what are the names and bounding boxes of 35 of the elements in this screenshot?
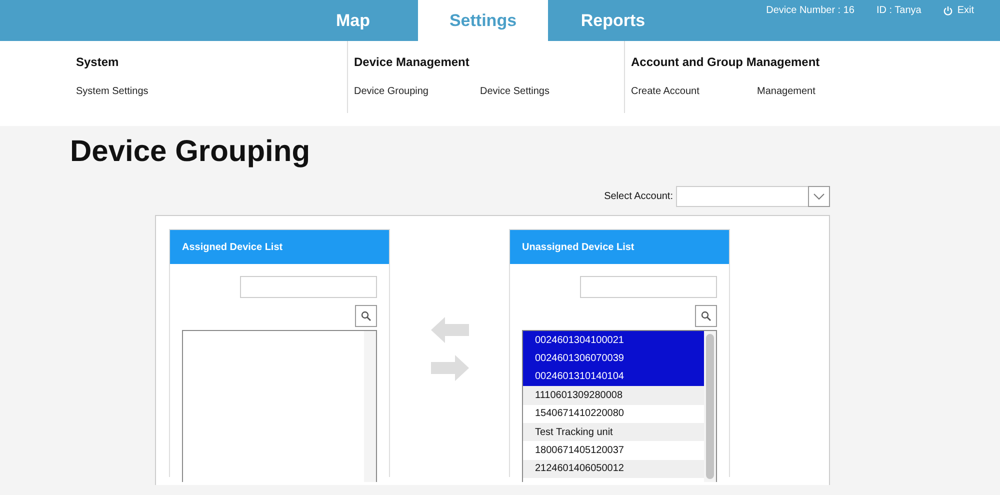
device-list-item[interactable]: 2124601406050012 [523,460,704,478]
device-list-item[interactable]: 0024601310140104 [523,368,704,386]
search-field[interactable] [240,276,377,298]
search-button[interactable] [355,305,377,327]
user-id: ID : Tanya [876,4,922,18]
device-list-item[interactable]: 1540671410220080 [523,404,704,423]
menu-heading: System [76,54,120,71]
page-title: Device Grouping [70,134,312,170]
select-account-label: Select Account: [604,190,673,204]
account-dropdown[interactable] [676,186,830,207]
search-field[interactable] [580,276,717,298]
menu-link[interactable]: Device Grouping [354,84,480,99]
device-list-item[interactable]: Test Tracking unit [523,422,704,442]
device-list-item[interactable]: 1800671405120037 [523,441,704,460]
panel-header: Unassigned Device List [510,230,729,264]
chevron-down-icon [813,193,825,200]
menu-heading: Device Management [354,54,470,71]
scrollbar-thumb[interactable] [706,334,714,479]
menu-link[interactable]: Create Account [631,84,757,99]
right-arrow-icon[interactable] [430,355,468,381]
device-list-item[interactable]: 0024601306070039 [523,349,704,368]
device-number: Device Number : 16 [766,4,854,18]
device-list-item[interactable]: 1110601309280008 [523,386,704,405]
menu-link[interactable]: Management [757,84,883,99]
left-arrow-icon[interactable] [430,317,468,343]
device-listbox[interactable]: 0024601304100021 0024601306070039 0024601310140104 1110601309280008 1540671410220080 Test Tracking unit 1800671405120037 2124601406050012 [522,330,717,482]
menu-heading: Account and Group Management [631,54,821,71]
device-list-item[interactable]: 0024601304100021 [523,331,704,350]
search-button[interactable] [695,305,717,327]
menu-link[interactable]: Device Settings [480,84,606,99]
search-icon [701,311,711,321]
power-icon [943,6,954,16]
panel-header: Assigned Device List [170,230,389,264]
search-icon [361,311,371,321]
menu-link[interactable]: System Settings [76,84,202,99]
